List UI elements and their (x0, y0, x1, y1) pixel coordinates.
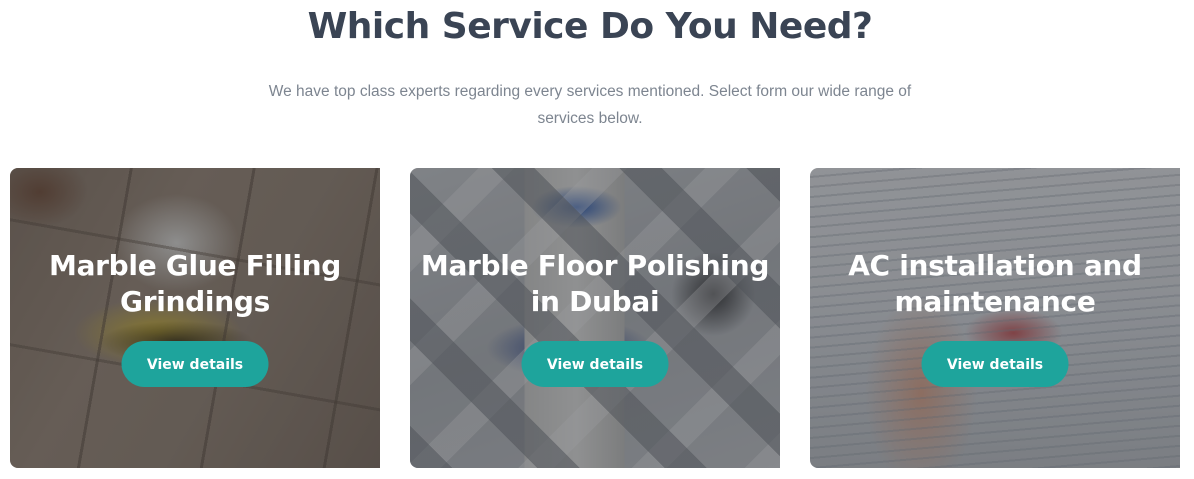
service-card-floor-polishing[interactable]: Marble Floor Polishing in Dubai View det… (410, 168, 780, 468)
service-card-title-line2: in Dubai (530, 285, 660, 318)
view-details-button[interactable]: View details (521, 341, 669, 387)
service-card-title-line2: maintenance (894, 285, 1096, 318)
service-card-title-line2: Grindings (120, 285, 270, 318)
section-heading: Which Service Do You Need? (307, 6, 873, 47)
service-card-title-line1: Marble Floor Polishing (420, 249, 770, 282)
service-card-title: Marble Floor Polishing in Dubai (410, 248, 780, 320)
service-card-title: AC installation and maintenance (810, 248, 1180, 320)
service-card-marble-glue[interactable]: Marble Glue Filling Grindings View detai… (10, 168, 380, 468)
service-card-ac-installation[interactable]: AC installation and maintenance View det… (810, 168, 1180, 468)
view-details-button[interactable]: View details (121, 341, 269, 387)
service-card-title-line1: AC installation and (848, 249, 1142, 282)
view-details-button[interactable]: View details (921, 341, 1069, 387)
service-card-title-line1: Marble Glue Filling (49, 249, 341, 282)
section-subtext: We have top class experts regarding ever… (268, 83, 912, 127)
service-card-title: Marble Glue Filling Grindings (10, 248, 380, 320)
